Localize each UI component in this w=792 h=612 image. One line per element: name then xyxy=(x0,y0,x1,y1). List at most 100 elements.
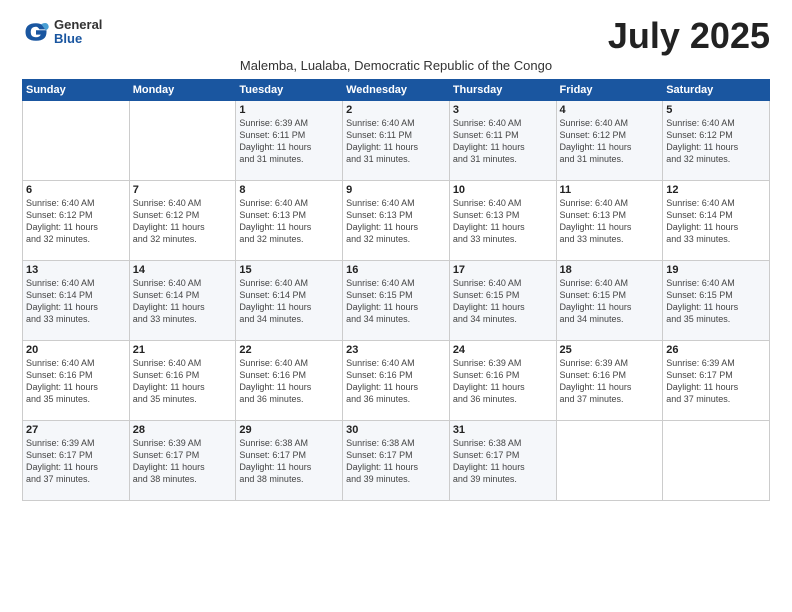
week-row-1: 1Sunrise: 6:39 AM Sunset: 6:11 PM Daylig… xyxy=(23,101,770,181)
day-number: 9 xyxy=(346,184,446,196)
day-cell: 25Sunrise: 6:39 AM Sunset: 6:16 PM Dayli… xyxy=(556,341,663,421)
header-row: SundayMondayTuesdayWednesdayThursdayFrid… xyxy=(23,80,770,101)
day-info: Sunrise: 6:40 AM Sunset: 6:12 PM Dayligh… xyxy=(560,117,660,166)
day-info: Sunrise: 6:40 AM Sunset: 6:14 PM Dayligh… xyxy=(133,277,233,326)
day-cell: 17Sunrise: 6:40 AM Sunset: 6:15 PM Dayli… xyxy=(449,261,556,341)
subtitle: Malemba, Lualaba, Democratic Republic of… xyxy=(22,58,770,73)
day-info: Sunrise: 6:40 AM Sunset: 6:13 PM Dayligh… xyxy=(560,197,660,246)
day-number: 20 xyxy=(26,344,126,356)
day-cell: 20Sunrise: 6:40 AM Sunset: 6:16 PM Dayli… xyxy=(23,341,130,421)
day-info: Sunrise: 6:40 AM Sunset: 6:12 PM Dayligh… xyxy=(133,197,233,246)
day-cell: 14Sunrise: 6:40 AM Sunset: 6:14 PM Dayli… xyxy=(129,261,236,341)
logo: General Blue xyxy=(22,18,102,47)
logo-icon xyxy=(22,18,50,46)
day-number: 8 xyxy=(239,184,339,196)
day-cell: 23Sunrise: 6:40 AM Sunset: 6:16 PM Dayli… xyxy=(343,341,450,421)
day-cell: 4Sunrise: 6:40 AM Sunset: 6:12 PM Daylig… xyxy=(556,101,663,181)
day-info: Sunrise: 6:39 AM Sunset: 6:16 PM Dayligh… xyxy=(560,357,660,406)
day-number: 12 xyxy=(666,184,766,196)
day-cell: 29Sunrise: 6:38 AM Sunset: 6:17 PM Dayli… xyxy=(236,421,343,501)
day-info: Sunrise: 6:39 AM Sunset: 6:11 PM Dayligh… xyxy=(239,117,339,166)
day-cell xyxy=(23,101,130,181)
logo-general: General xyxy=(54,18,102,32)
day-cell: 28Sunrise: 6:39 AM Sunset: 6:17 PM Dayli… xyxy=(129,421,236,501)
day-number: 16 xyxy=(346,264,446,276)
col-header-sunday: Sunday xyxy=(23,80,130,101)
day-info: Sunrise: 6:39 AM Sunset: 6:17 PM Dayligh… xyxy=(133,437,233,486)
day-number: 21 xyxy=(133,344,233,356)
day-number: 14 xyxy=(133,264,233,276)
day-number: 26 xyxy=(666,344,766,356)
day-cell: 13Sunrise: 6:40 AM Sunset: 6:14 PM Dayli… xyxy=(23,261,130,341)
day-cell xyxy=(556,421,663,501)
day-cell xyxy=(663,421,770,501)
day-info: Sunrise: 6:40 AM Sunset: 6:15 PM Dayligh… xyxy=(453,277,553,326)
day-cell: 26Sunrise: 6:39 AM Sunset: 6:17 PM Dayli… xyxy=(663,341,770,421)
day-info: Sunrise: 6:40 AM Sunset: 6:12 PM Dayligh… xyxy=(666,117,766,166)
calendar-table: SundayMondayTuesdayWednesdayThursdayFrid… xyxy=(22,79,770,501)
day-number: 5 xyxy=(666,104,766,116)
day-number: 24 xyxy=(453,344,553,356)
month-title: July 2025 xyxy=(608,18,770,54)
day-number: 10 xyxy=(453,184,553,196)
day-info: Sunrise: 6:40 AM Sunset: 6:16 PM Dayligh… xyxy=(26,357,126,406)
day-info: Sunrise: 6:40 AM Sunset: 6:12 PM Dayligh… xyxy=(26,197,126,246)
day-info: Sunrise: 6:40 AM Sunset: 6:16 PM Dayligh… xyxy=(133,357,233,406)
day-cell: 27Sunrise: 6:39 AM Sunset: 6:17 PM Dayli… xyxy=(23,421,130,501)
col-header-saturday: Saturday xyxy=(663,80,770,101)
day-cell: 16Sunrise: 6:40 AM Sunset: 6:15 PM Dayli… xyxy=(343,261,450,341)
day-cell: 30Sunrise: 6:38 AM Sunset: 6:17 PM Dayli… xyxy=(343,421,450,501)
day-cell: 15Sunrise: 6:40 AM Sunset: 6:14 PM Dayli… xyxy=(236,261,343,341)
day-cell: 1Sunrise: 6:39 AM Sunset: 6:11 PM Daylig… xyxy=(236,101,343,181)
day-info: Sunrise: 6:40 AM Sunset: 6:11 PM Dayligh… xyxy=(346,117,446,166)
col-header-wednesday: Wednesday xyxy=(343,80,450,101)
day-cell xyxy=(129,101,236,181)
day-info: Sunrise: 6:40 AM Sunset: 6:13 PM Dayligh… xyxy=(453,197,553,246)
day-info: Sunrise: 6:38 AM Sunset: 6:17 PM Dayligh… xyxy=(239,437,339,486)
day-cell: 22Sunrise: 6:40 AM Sunset: 6:16 PM Dayli… xyxy=(236,341,343,421)
day-cell: 31Sunrise: 6:38 AM Sunset: 6:17 PM Dayli… xyxy=(449,421,556,501)
day-number: 30 xyxy=(346,424,446,436)
day-cell: 9Sunrise: 6:40 AM Sunset: 6:13 PM Daylig… xyxy=(343,181,450,261)
day-number: 3 xyxy=(453,104,553,116)
day-number: 23 xyxy=(346,344,446,356)
col-header-friday: Friday xyxy=(556,80,663,101)
day-cell: 18Sunrise: 6:40 AM Sunset: 6:15 PM Dayli… xyxy=(556,261,663,341)
day-cell: 12Sunrise: 6:40 AM Sunset: 6:14 PM Dayli… xyxy=(663,181,770,261)
day-cell: 2Sunrise: 6:40 AM Sunset: 6:11 PM Daylig… xyxy=(343,101,450,181)
day-info: Sunrise: 6:40 AM Sunset: 6:11 PM Dayligh… xyxy=(453,117,553,166)
col-header-thursday: Thursday xyxy=(449,80,556,101)
day-number: 15 xyxy=(239,264,339,276)
logo-text: General Blue xyxy=(54,18,102,47)
page: General Blue July 2025 Malemba, Lualaba,… xyxy=(0,0,792,612)
day-cell: 8Sunrise: 6:40 AM Sunset: 6:13 PM Daylig… xyxy=(236,181,343,261)
day-number: 31 xyxy=(453,424,553,436)
week-row-4: 20Sunrise: 6:40 AM Sunset: 6:16 PM Dayli… xyxy=(23,341,770,421)
day-number: 22 xyxy=(239,344,339,356)
day-info: Sunrise: 6:40 AM Sunset: 6:13 PM Dayligh… xyxy=(239,197,339,246)
day-info: Sunrise: 6:39 AM Sunset: 6:17 PM Dayligh… xyxy=(26,437,126,486)
day-cell: 3Sunrise: 6:40 AM Sunset: 6:11 PM Daylig… xyxy=(449,101,556,181)
day-info: Sunrise: 6:40 AM Sunset: 6:14 PM Dayligh… xyxy=(666,197,766,246)
day-info: Sunrise: 6:40 AM Sunset: 6:15 PM Dayligh… xyxy=(666,277,766,326)
day-cell: 10Sunrise: 6:40 AM Sunset: 6:13 PM Dayli… xyxy=(449,181,556,261)
day-cell: 11Sunrise: 6:40 AM Sunset: 6:13 PM Dayli… xyxy=(556,181,663,261)
header: General Blue July 2025 xyxy=(22,18,770,54)
day-info: Sunrise: 6:38 AM Sunset: 6:17 PM Dayligh… xyxy=(346,437,446,486)
day-number: 18 xyxy=(560,264,660,276)
day-info: Sunrise: 6:40 AM Sunset: 6:15 PM Dayligh… xyxy=(560,277,660,326)
day-number: 4 xyxy=(560,104,660,116)
day-number: 27 xyxy=(26,424,126,436)
week-row-2: 6Sunrise: 6:40 AM Sunset: 6:12 PM Daylig… xyxy=(23,181,770,261)
day-info: Sunrise: 6:40 AM Sunset: 6:16 PM Dayligh… xyxy=(346,357,446,406)
day-number: 11 xyxy=(560,184,660,196)
col-header-tuesday: Tuesday xyxy=(236,80,343,101)
logo-blue: Blue xyxy=(54,32,102,46)
day-number: 28 xyxy=(133,424,233,436)
day-number: 19 xyxy=(666,264,766,276)
day-info: Sunrise: 6:40 AM Sunset: 6:16 PM Dayligh… xyxy=(239,357,339,406)
day-info: Sunrise: 6:38 AM Sunset: 6:17 PM Dayligh… xyxy=(453,437,553,486)
day-info: Sunrise: 6:40 AM Sunset: 6:14 PM Dayligh… xyxy=(239,277,339,326)
day-number: 7 xyxy=(133,184,233,196)
col-header-monday: Monday xyxy=(129,80,236,101)
